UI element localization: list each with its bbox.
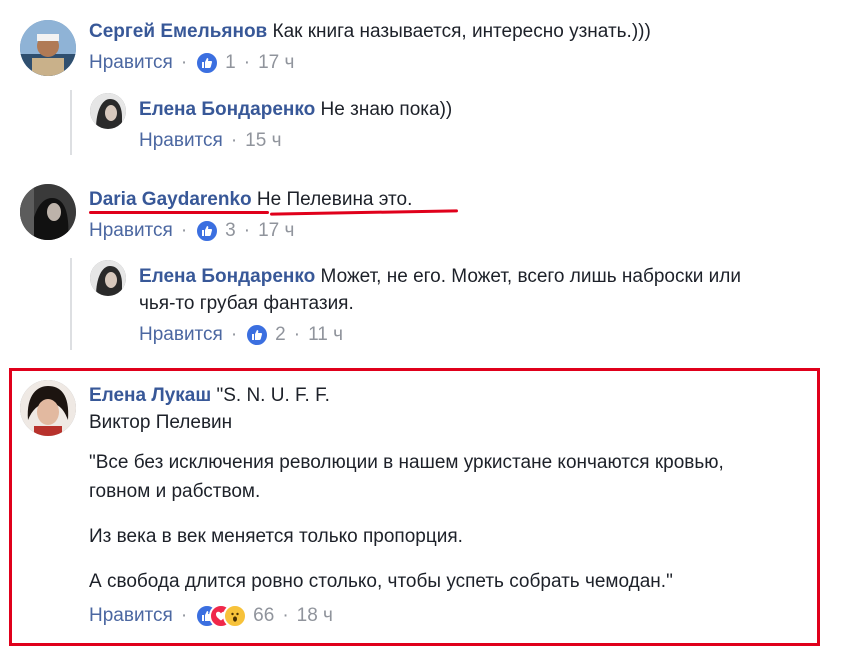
- like-icon: [195, 219, 220, 243]
- comment-paragraph: Из века в век меняется только пропорция.: [89, 526, 463, 547]
- separator: ·: [180, 52, 188, 73]
- comment-author[interactable]: Сергей Емельянов: [89, 21, 267, 42]
- comment-text: Не Пелевина это.: [256, 189, 413, 210]
- comment-author[interactable]: Елена Лукаш: [89, 385, 211, 406]
- like-button[interactable]: Нравится: [89, 605, 173, 627]
- timestamp[interactable]: 17 ч: [258, 220, 294, 242]
- reply: Елена Бондаренко Может, не его. Может, в…: [139, 263, 741, 347]
- reaction-count[interactable]: 66: [253, 605, 274, 627]
- comment-text: чья-то грубая фантазия.: [139, 293, 354, 314]
- avatar-photo: [90, 93, 126, 129]
- separator: ·: [230, 324, 238, 345]
- reaction-count[interactable]: 2: [275, 324, 286, 346]
- comment-text: Виктор Пелевин: [89, 412, 233, 433]
- wow-icon: [223, 604, 248, 628]
- timestamp[interactable]: 11 ч: [308, 324, 343, 346]
- avatar-photo: [20, 184, 76, 240]
- comment-text: "S. N. U. F. F.: [216, 385, 330, 406]
- comment-author[interactable]: Daria Gaydarenko: [89, 189, 252, 210]
- comment-text: Как книга называется, интересно узнать.)…: [272, 21, 651, 42]
- comment-author[interactable]: Елена Бондаренко: [139, 266, 315, 287]
- separator: ·: [230, 130, 238, 151]
- comment-paragraph: А свобода длится ровно столько, чтобы ус…: [89, 571, 673, 592]
- timestamp[interactable]: 17 ч: [258, 52, 294, 74]
- separator: ·: [180, 220, 188, 241]
- reply: Елена Бондаренко Не знаю пока)) Нравится…: [139, 96, 452, 153]
- highlight-underline: [89, 211, 269, 214]
- separator: ·: [282, 605, 289, 626]
- avatar[interactable]: [20, 380, 76, 436]
- separator: ·: [293, 324, 301, 345]
- like-icon: [245, 323, 270, 347]
- thread-line: [70, 90, 72, 155]
- avatar-photo: [20, 20, 76, 76]
- comment-text: Не знаю пока)): [320, 99, 453, 120]
- avatar[interactable]: [90, 260, 126, 296]
- separator: ·: [180, 605, 188, 626]
- comment: Елена Лукаш "S. N. U. F. F. Виктор Пелев…: [89, 382, 724, 628]
- comment: Daria Gaydarenko Не Пелевина это. Нравит…: [89, 186, 412, 243]
- separator: ·: [243, 220, 251, 241]
- avatar[interactable]: [20, 184, 76, 240]
- comment: Сергей Емельянов Как книга называется, и…: [89, 18, 651, 75]
- timestamp[interactable]: 18 ч: [297, 605, 333, 627]
- reaction-count[interactable]: 3: [225, 220, 236, 242]
- comment-text: Может, не его. Может, всего лишь наброск…: [320, 266, 741, 287]
- like-icon: [195, 51, 220, 75]
- avatar-photo: [90, 260, 126, 296]
- comment-paragraph: говном и рабством.: [89, 481, 261, 502]
- like-button[interactable]: Нравится: [139, 130, 223, 152]
- timestamp[interactable]: 15 ч: [245, 130, 281, 152]
- avatar[interactable]: [90, 93, 126, 129]
- comment-paragraph: "Все без исключения революции в нашем ур…: [89, 452, 724, 473]
- thread-line: [70, 258, 72, 350]
- like-button[interactable]: Нравится: [139, 324, 223, 346]
- like-button[interactable]: Нравится: [89, 52, 173, 74]
- comment-author[interactable]: Елена Бондаренко: [139, 99, 315, 120]
- like-button[interactable]: Нравится: [89, 220, 173, 242]
- avatar[interactable]: [20, 20, 76, 76]
- avatar-photo: [20, 380, 76, 436]
- separator: ·: [243, 52, 251, 73]
- reaction-count[interactable]: 1: [225, 52, 236, 74]
